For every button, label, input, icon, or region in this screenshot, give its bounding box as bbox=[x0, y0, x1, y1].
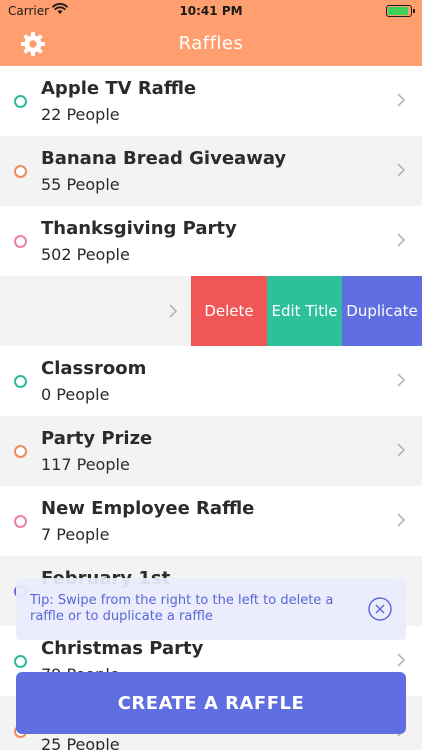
raffle-name: Party Prize bbox=[41, 428, 153, 449]
raffle-count: 22 People bbox=[41, 105, 120, 124]
chevron-right-icon bbox=[397, 443, 406, 457]
raffle-name: New Employee Raffle bbox=[41, 498, 255, 519]
status-dot-icon bbox=[14, 375, 27, 388]
list-item[interactable]: Banana Bread Giveaway 55 People bbox=[0, 136, 422, 206]
chevron-right-icon bbox=[397, 93, 406, 107]
status-dot-icon bbox=[14, 515, 27, 528]
raffle-name: Classroom bbox=[41, 358, 147, 379]
chevron-right-icon bbox=[169, 304, 178, 318]
chevron-right-icon bbox=[397, 653, 406, 667]
raffle-count: 55 People bbox=[41, 175, 120, 194]
status-dot-icon bbox=[14, 445, 27, 458]
edit-title-button[interactable]: Edit Title bbox=[267, 276, 342, 346]
list-item[interactable]: New Employee Raffle 7 People bbox=[0, 486, 422, 556]
raffle-name: Thanksgiving Party bbox=[41, 218, 237, 239]
status-bar: Carrier 10:41 PM bbox=[0, 0, 422, 22]
list-item[interactable]: Party Prize 117 People bbox=[0, 416, 422, 486]
status-dot-icon bbox=[14, 235, 27, 248]
raffle-name: Christmas Party bbox=[41, 638, 204, 659]
raffle-list: Apple TV Raffle 22 People Banana Bread G… bbox=[0, 66, 422, 750]
status-dot-icon bbox=[14, 655, 27, 668]
tip-text: Tip: Swipe from the right to the left to… bbox=[30, 593, 334, 624]
chevron-right-icon bbox=[397, 233, 406, 247]
list-item[interactable]: Apple TV Raffle 22 People bbox=[0, 66, 422, 136]
chevron-right-icon bbox=[397, 163, 406, 177]
raffle-count: 117 People bbox=[41, 455, 130, 474]
raffle-count: 0 People bbox=[41, 385, 110, 404]
list-item[interactable]: Classroom 0 People bbox=[0, 346, 422, 416]
status-dot-icon bbox=[14, 95, 27, 108]
raffle-count: 25 People bbox=[41, 735, 120, 750]
list-item[interactable]: Thanksgiving Party 502 People bbox=[0, 206, 422, 276]
delete-button[interactable]: Delete bbox=[191, 276, 267, 346]
raffle-name: Banana Bread Giveaway bbox=[41, 148, 287, 169]
chevron-right-icon bbox=[397, 373, 406, 387]
chevron-right-icon bbox=[397, 513, 406, 527]
create-raffle-button[interactable]: CREATE A RAFFLE bbox=[16, 672, 406, 734]
page-title: Raffles bbox=[178, 33, 244, 54]
battery-icon bbox=[386, 5, 415, 17]
status-time: 10:41 PM bbox=[179, 4, 243, 18]
tip-banner: Tip: Swipe from the right to the left to… bbox=[16, 578, 406, 640]
status-dot-icon bbox=[14, 165, 27, 178]
raffle-count: 502 People bbox=[41, 245, 130, 264]
raffle-count: 7 People bbox=[41, 525, 110, 544]
duplicate-button[interactable]: Duplicate bbox=[342, 276, 422, 346]
close-icon[interactable] bbox=[368, 597, 392, 621]
swiped-list-item[interactable]: Delete Edit Title Duplicate bbox=[0, 276, 422, 346]
nav-bar: Raffles bbox=[0, 22, 422, 66]
raffle-name: Apple TV Raffle bbox=[41, 78, 197, 99]
